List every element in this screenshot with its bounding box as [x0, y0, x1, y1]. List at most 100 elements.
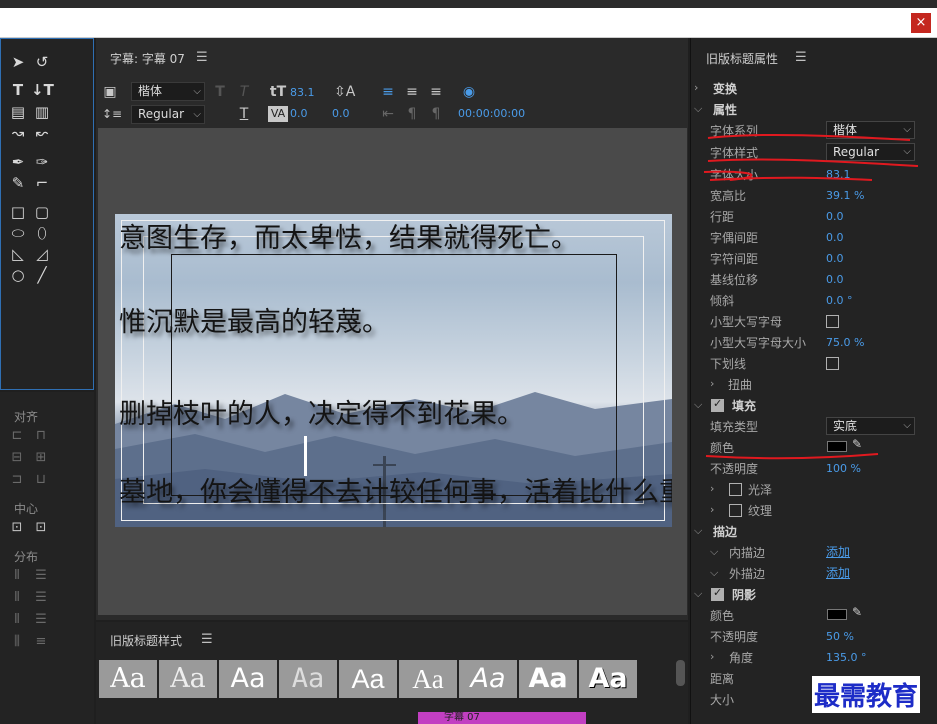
font-family-value: 楷体 [138, 84, 163, 98]
kerning-value[interactable]: 0.0 [290, 107, 308, 120]
distribute-center-v-icon[interactable]: ☰ [32, 590, 50, 606]
styles-menu-icon[interactable]: ☰ [201, 632, 213, 647]
rounded-rectangle-tool-icon[interactable]: ▢ [31, 203, 53, 221]
shadow-checkbox[interactable] [711, 586, 724, 601]
close-button[interactable]: × [911, 13, 931, 33]
align-right-text-icon[interactable]: ≡ [428, 84, 444, 100]
vertical-area-type-tool-icon[interactable]: ▥ [31, 103, 53, 121]
outer-stroke-label: 外描边 [729, 567, 766, 581]
angle-label: 角度 [729, 651, 754, 665]
style-swatch[interactable]: Aa [459, 660, 517, 698]
align-center-h-icon[interactable]: ⊟ [8, 450, 26, 466]
vertical-type-tool-icon[interactable]: ↓T [31, 81, 54, 99]
eyedropper-icon[interactable]: ✎ [852, 605, 862, 619]
style-swatch[interactable]: Aa [279, 660, 337, 698]
align-bottom-icon[interactable]: ⊔ [32, 472, 50, 488]
distribute-center-h-icon[interactable]: ⫴ [8, 590, 26, 606]
bold-icon[interactable]: T [212, 84, 228, 100]
stroke-section[interactable]: 描边 [713, 523, 737, 540]
texture-checkbox[interactable] [729, 504, 742, 517]
align-center-text-icon[interactable]: ≡ [404, 84, 420, 100]
chevron-right-icon[interactable]: › [710, 482, 714, 495]
subtitle-line-2[interactable]: 惟沉默是最高的轻蔑。 [119, 300, 389, 339]
italic-icon[interactable]: T [236, 84, 252, 100]
wedge-tool-icon[interactable]: ◺ [7, 245, 29, 263]
subtitle-line-4[interactable]: 墓地，你会懂得不去计较任何事，活着比什么重要。 [119, 470, 672, 509]
top-strip [0, 0, 937, 8]
font-size-value[interactable]: 83.1 [290, 86, 315, 99]
style-swatch[interactable]: Aa [99, 660, 157, 698]
chevron-down-icon[interactable]: ⌵ [694, 524, 702, 538]
ellipse-tool-icon[interactable]: ○ [7, 266, 29, 284]
rounded-corner-tool-icon[interactable]: ⬯ [31, 224, 53, 242]
distribute-right-icon[interactable]: ⫴ [8, 612, 26, 628]
timeline-clip[interactable]: 字幕 07 [418, 712, 586, 724]
shadow-section[interactable]: 阴影 [732, 586, 756, 603]
chevron-right-icon[interactable]: › [694, 81, 698, 94]
align-left-icon[interactable]: ⊏ [8, 428, 26, 444]
distribute-even-h-icon[interactable]: ⫼ [8, 634, 26, 650]
clipped-corner-tool-icon[interactable]: ⬭ [7, 224, 29, 242]
background-video-icon[interactable]: ▣ [102, 84, 118, 100]
props-menu-icon[interactable]: ☰ [795, 50, 807, 65]
tab-left-icon[interactable]: ⇤ [380, 106, 396, 122]
sheen-checkbox[interactable] [729, 483, 742, 496]
type-tool-icon[interactable]: T [7, 81, 29, 99]
transform-section[interactable]: 变换 [713, 80, 737, 97]
align-center-v-icon[interactable]: ⊞ [32, 450, 50, 466]
distribute-bottom-icon[interactable]: ☰ [32, 612, 50, 628]
center-horizontal-icon[interactable]: ⊡ [8, 520, 26, 536]
chevron-down-icon[interactable]: ⌵ [694, 587, 702, 601]
line-tool-icon[interactable]: ╱ [31, 266, 53, 284]
distribute-top-icon[interactable]: ☰ [32, 568, 50, 584]
tab-right-icon[interactable]: ¶ [428, 106, 444, 122]
selection-tool-icon[interactable]: ➤ [7, 53, 29, 71]
rectangle-tool-icon[interactable]: □ [7, 203, 29, 221]
text-box-frame[interactable] [171, 254, 617, 496]
add-outer-stroke-link[interactable]: 添加 [826, 564, 850, 581]
font-family-select[interactable]: 楷体 ⌵ [131, 82, 205, 101]
add-anchor-tool-icon[interactable]: ✎ [7, 174, 29, 192]
chevron-down-icon[interactable]: ⌵ [710, 545, 718, 559]
align-right-icon[interactable]: ⊐ [8, 472, 26, 488]
shadow-color-swatch[interactable] [827, 609, 847, 620]
chevron-down-icon[interactable]: ⌵ [710, 566, 718, 580]
subtitle-line-1[interactable]: 意图生存，而太卑怯，结果就得死亡。 [119, 216, 578, 255]
styles-scrollbar[interactable] [676, 660, 685, 686]
rotate-tool-icon[interactable]: ↺ [31, 53, 53, 71]
align-top-icon[interactable]: ⊓ [32, 428, 50, 444]
underline-icon[interactable]: T [236, 106, 252, 122]
show-background-video-icon[interactable]: ◉ [460, 84, 478, 100]
arc-tool-icon[interactable]: ◿ [31, 245, 53, 263]
chevron-right-icon[interactable]: › [710, 650, 714, 663]
style-swatch[interactable]: Aa [519, 660, 577, 698]
delete-anchor-tool-icon[interactable]: ✑ [31, 153, 53, 171]
tab-stops-icon[interactable]: ↕≡ [102, 106, 122, 122]
size-label: 大小 [710, 693, 735, 707]
style-swatch[interactable]: Aa [339, 660, 397, 698]
background-frame[interactable]: 意图生存，而太卑怯，结果就得死亡。 惟沉默是最高的轻蔑。 删掉枝叶的人，决定得不… [115, 214, 672, 527]
add-inner-stroke-link[interactable]: 添加 [826, 543, 850, 560]
tab-center-icon[interactable]: ¶ [404, 106, 420, 122]
shadow-opacity-value[interactable]: 50 % [826, 630, 854, 643]
pen-tool-icon[interactable]: ✒ [7, 153, 29, 171]
align-left-text-icon[interactable]: ≡ [380, 84, 396, 100]
path-type-tool-icon[interactable]: ↝ [7, 124, 29, 142]
timecode[interactable]: 00:00:00:00 [458, 107, 525, 120]
convert-anchor-tool-icon[interactable]: ⌐ [31, 174, 53, 192]
style-swatch[interactable]: Aa [219, 660, 277, 698]
center-vertical-icon[interactable]: ⊡ [32, 520, 50, 536]
area-type-tool-icon[interactable]: ▤ [7, 103, 29, 121]
style-swatch[interactable]: Aa [579, 660, 637, 698]
distribute-left-icon[interactable]: ⫴ [8, 568, 26, 584]
editor-menu-icon[interactable]: ☰ [196, 50, 208, 65]
chevron-right-icon[interactable]: › [710, 503, 714, 516]
angle-value[interactable]: 135.0 ° [826, 651, 867, 664]
subtitle-line-3[interactable]: 删掉枝叶的人，决定得不到花果。 [119, 392, 524, 431]
leading-value[interactable]: 0.0 [332, 107, 350, 120]
style-swatch[interactable]: Aa [399, 660, 457, 698]
distribute-even-v-icon[interactable]: ≡ [32, 634, 50, 650]
style-swatch[interactable]: Aa [159, 660, 217, 698]
font-style-select[interactable]: Regular ⌵ [131, 105, 205, 124]
vertical-path-type-tool-icon[interactable]: ↜ [31, 124, 53, 142]
